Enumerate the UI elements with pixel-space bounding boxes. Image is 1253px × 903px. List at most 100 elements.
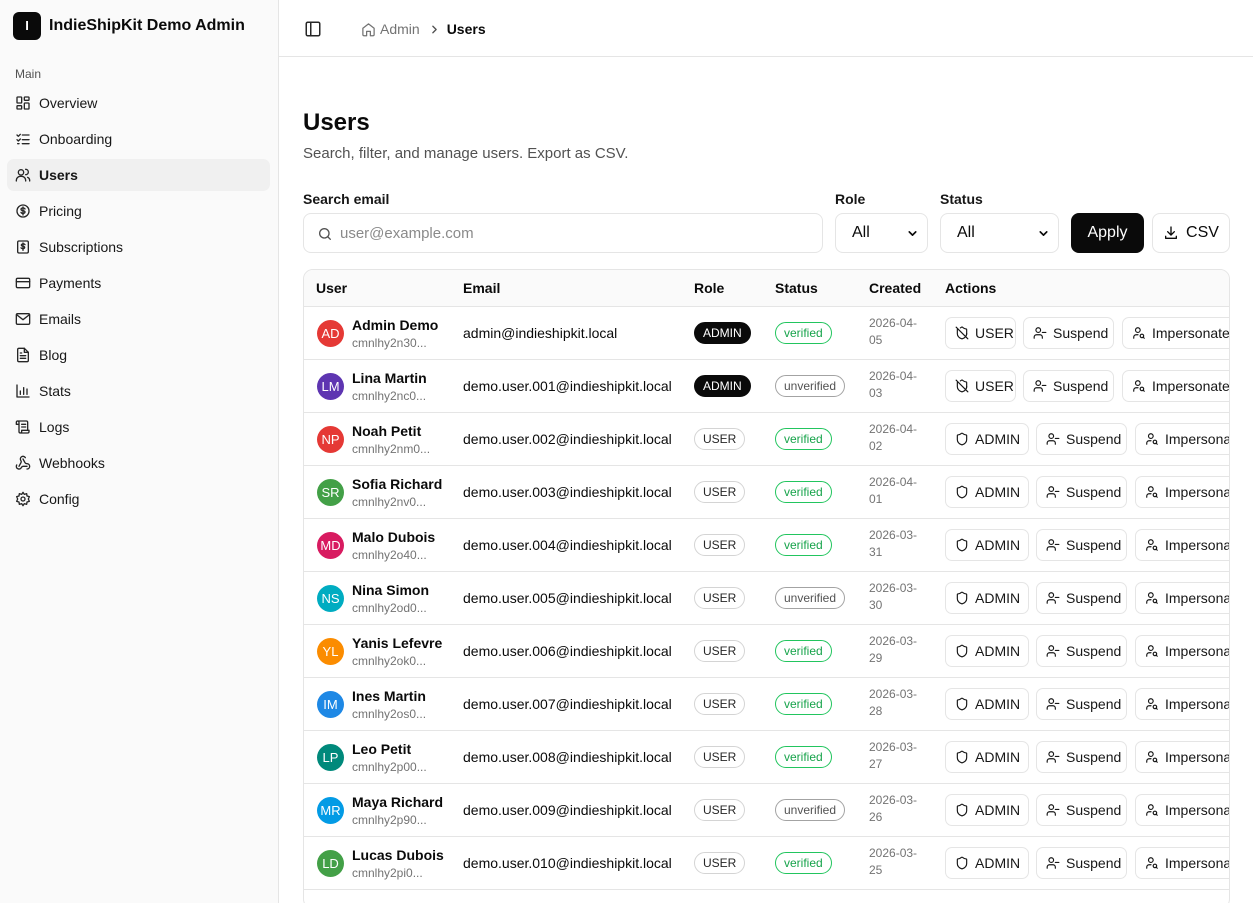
- sidebar-toggle-icon[interactable]: [304, 20, 322, 38]
- sidebar-item-overview[interactable]: Overview: [7, 87, 270, 119]
- status-select[interactable]: All: [940, 213, 1059, 253]
- table-row: LD Lucas Dubois cmnlhy2pi0... demo.user.010…: [304, 837, 1229, 890]
- impersonate-button[interactable]: Impersonate: [1135, 582, 1229, 614]
- column-actions: Actions: [945, 280, 997, 296]
- suspend-button[interactable]: Suspend: [1036, 847, 1127, 879]
- user-email: demo.user.004@indieshipkit.local: [463, 537, 672, 553]
- brand[interactable]: I IndieShipKit Demo Admin: [13, 11, 245, 40]
- user-name: Malo Dubois: [352, 529, 436, 545]
- user-id: cmnlhy2nv0...: [352, 495, 427, 509]
- sidebar-item-blog[interactable]: Blog: [7, 339, 270, 371]
- sidebar-item-logs[interactable]: Logs: [7, 411, 270, 443]
- status-badge: verified: [775, 640, 832, 662]
- table-row: SR Sofia Richard cmnlhy2nv0... demo.user.00…: [304, 466, 1229, 519]
- sidebar-item-users[interactable]: Users: [7, 159, 270, 191]
- make-user-button[interactable]: USER: [945, 317, 1016, 349]
- suspend-label: Suspend: [1066, 537, 1122, 553]
- search-email-field[interactable]: [303, 213, 823, 253]
- user-id: cmnlhy2pi0...: [352, 866, 423, 880]
- avatar: NP: [317, 426, 344, 453]
- suspend-button[interactable]: Suspend: [1036, 635, 1127, 667]
- impersonate-button[interactable]: Impersonate: [1122, 370, 1229, 402]
- user-minus-icon: [1046, 856, 1060, 870]
- user-minus-icon: [1046, 644, 1060, 658]
- suspend-button[interactable]: Suspend: [1023, 317, 1114, 349]
- make-admin-button[interactable]: ADMIN: [945, 741, 1029, 773]
- role-badge: USER: [694, 640, 746, 662]
- make-admin-button[interactable]: ADMIN: [945, 582, 1029, 614]
- export-csv-button[interactable]: CSV: [1152, 213, 1230, 253]
- created-date: 2026-03-29: [869, 634, 918, 665]
- receipt-dollar-icon: [15, 239, 31, 255]
- role-badge: USER: [694, 481, 746, 503]
- sidebar-item-label: Subscriptions: [39, 239, 124, 255]
- user-minus-icon: [1046, 803, 1060, 817]
- impersonate-button[interactable]: Impersonate: [1135, 847, 1229, 879]
- sidebar-item-stats[interactable]: Stats: [7, 375, 270, 407]
- make-admin-button[interactable]: ADMIN: [945, 529, 1029, 561]
- sidebar-item-label: Pricing: [39, 203, 82, 219]
- suspend-button[interactable]: Suspend: [1036, 741, 1127, 773]
- user-email: demo.user.003@indieshipkit.local: [463, 484, 672, 500]
- page-title: Users: [303, 109, 370, 136]
- user-key-icon: [1145, 697, 1159, 711]
- sidebar-item-emails[interactable]: Emails: [7, 303, 270, 335]
- status-select-value: All: [957, 224, 975, 241]
- suspend-button[interactable]: Suspend: [1036, 582, 1127, 614]
- suspend-button[interactable]: Suspend: [1036, 423, 1127, 455]
- table-row: NS Nina Simon cmnlhy2od0... demo.user.005@i…: [304, 572, 1229, 625]
- suspend-label: Suspend: [1066, 696, 1122, 712]
- apply-button[interactable]: Apply: [1071, 213, 1144, 253]
- app-name: IndieShipKit Demo Admin: [49, 16, 245, 34]
- make-user-button[interactable]: USER: [945, 370, 1016, 402]
- impersonate-button[interactable]: Impersonate: [1135, 423, 1229, 455]
- layout-dashboard-icon: [15, 95, 31, 111]
- role-select[interactable]: All: [835, 213, 928, 253]
- impersonate-button[interactable]: Impersonate: [1135, 688, 1229, 720]
- user-minus-icon: [1046, 538, 1060, 552]
- suspend-button[interactable]: Suspend: [1036, 688, 1127, 720]
- settings-icon: [15, 491, 31, 507]
- suspend-button[interactable]: Suspend: [1036, 794, 1127, 826]
- user-name: Maya Richard: [352, 794, 444, 810]
- impersonate-button[interactable]: Impersonate: [1135, 529, 1229, 561]
- breadcrumb-admin-link[interactable]: Admin: [380, 21, 420, 37]
- sidebar-item-label: Logs: [39, 419, 70, 435]
- impersonate-button[interactable]: Impersonate: [1135, 635, 1229, 667]
- sidebar: I IndieShipKit Demo Admin Main Overview O…: [0, 0, 279, 903]
- make-admin-button[interactable]: ADMIN: [945, 688, 1029, 720]
- suspend-button[interactable]: Suspend: [1036, 476, 1127, 508]
- suspend-button[interactable]: Suspend: [1023, 370, 1114, 402]
- sidebar-item-onboarding[interactable]: Onboarding: [7, 123, 270, 155]
- role-badge: ADMIN: [694, 322, 751, 344]
- impersonate-button[interactable]: Impersonate: [1122, 317, 1229, 349]
- home-icon[interactable]: [361, 22, 376, 37]
- make-admin-button[interactable]: ADMIN: [945, 794, 1029, 826]
- suspend-button[interactable]: Suspend: [1036, 529, 1127, 561]
- make-admin-button[interactable]: ADMIN: [945, 476, 1029, 508]
- sidebar-item-webhooks[interactable]: Webhooks: [7, 447, 270, 479]
- status-badge: unverified: [775, 375, 846, 397]
- search-email-input[interactable]: [340, 215, 810, 251]
- sidebar-item-subscriptions[interactable]: Subscriptions: [7, 231, 270, 263]
- circle-dollar-icon: [15, 203, 31, 219]
- sidebar-item-config[interactable]: Config: [7, 483, 270, 515]
- impersonate-button[interactable]: Impersonate: [1135, 794, 1229, 826]
- sidebar-item-pricing[interactable]: Pricing: [7, 195, 270, 227]
- sidebar-item-payments[interactable]: Payments: [7, 267, 270, 299]
- list-checks-icon: [15, 131, 31, 147]
- make-admin-button[interactable]: ADMIN: [945, 847, 1029, 879]
- breadcrumb: Admin Users: [361, 18, 486, 40]
- make-admin-button[interactable]: ADMIN: [945, 635, 1029, 667]
- avatar: NS: [317, 585, 344, 612]
- shield-icon: [955, 750, 969, 764]
- avatar: MR: [317, 797, 344, 824]
- impersonate-button[interactable]: Impersonate: [1135, 741, 1229, 773]
- bar-chart-icon: [15, 383, 31, 399]
- make-admin-button[interactable]: ADMIN: [945, 423, 1029, 455]
- user-minus-icon: [1046, 697, 1060, 711]
- user-id: cmnlhy2ok0...: [352, 654, 427, 668]
- shield-icon: [955, 697, 969, 711]
- user-id: cmnlhy2nm0...: [352, 442, 431, 456]
- impersonate-button[interactable]: Impersonate: [1135, 476, 1229, 508]
